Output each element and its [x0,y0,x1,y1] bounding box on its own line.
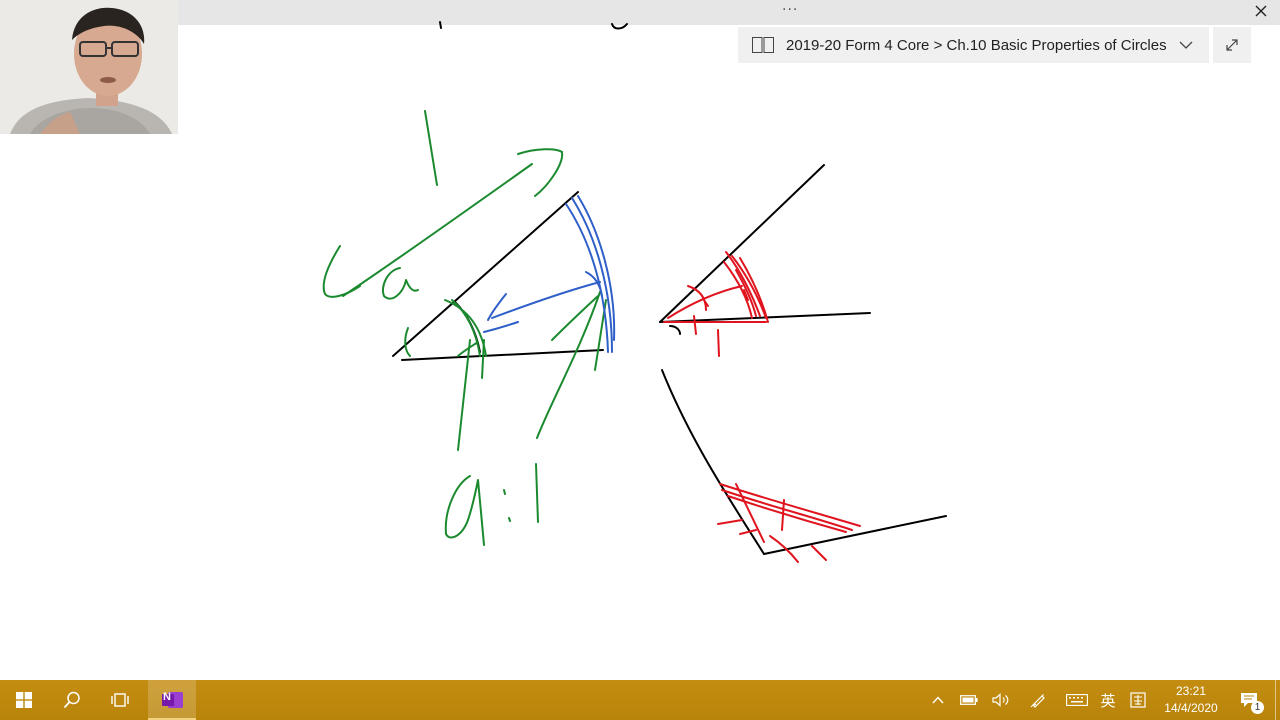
clock-time: 23:21 [1175,684,1207,698]
angle-left-black [392,191,604,361]
speaker-icon [992,693,1009,707]
ime-mode-button[interactable] [1123,680,1153,720]
red-hatch-lower [717,483,861,563]
volume-button[interactable] [986,680,1016,720]
ime-language-button[interactable]: 英 [1093,680,1123,720]
task-view-button[interactable] [96,680,144,720]
ink-drawing [322,21,947,563]
angle-right-upper-black [659,164,871,335]
battery-button[interactable] [954,680,984,720]
show-desktop-button[interactable] [1275,680,1280,720]
windows-logo-icon [16,692,32,708]
windows-taskbar: N 英 23:21 14/4/2020 1 [0,680,1280,720]
ime-mode-icon [1130,692,1146,708]
keyboard-icon [1066,694,1088,706]
pen-icon [1030,694,1045,708]
system-clock[interactable]: 23:21 14/4/2020 [1158,683,1224,719]
angle-right-lower-black [661,369,947,555]
clock-date: 14/4/2020 [1164,701,1218,715]
start-button[interactable] [0,680,48,720]
chevron-up-icon [932,696,944,704]
search-button[interactable] [48,680,96,720]
pen-workspace-button[interactable] [1023,680,1053,720]
search-icon [63,691,80,709]
battery-icon [960,695,978,705]
onenote-letter: N [163,691,171,703]
green-annotations [322,110,607,546]
task-view-icon [111,693,129,707]
notification-count-badge: 1 [1251,701,1264,714]
show-hidden-icons-button[interactable] [923,680,953,720]
onenote-taskbar-button[interactable]: N [148,680,196,720]
ink-stroke-top-partial [439,21,442,29]
ink-stroke-top-partial-2 [611,23,628,30]
blue-arcs [483,195,616,353]
action-center-button[interactable]: 1 [1232,680,1266,720]
touch-keyboard-button[interactable] [1062,680,1092,720]
